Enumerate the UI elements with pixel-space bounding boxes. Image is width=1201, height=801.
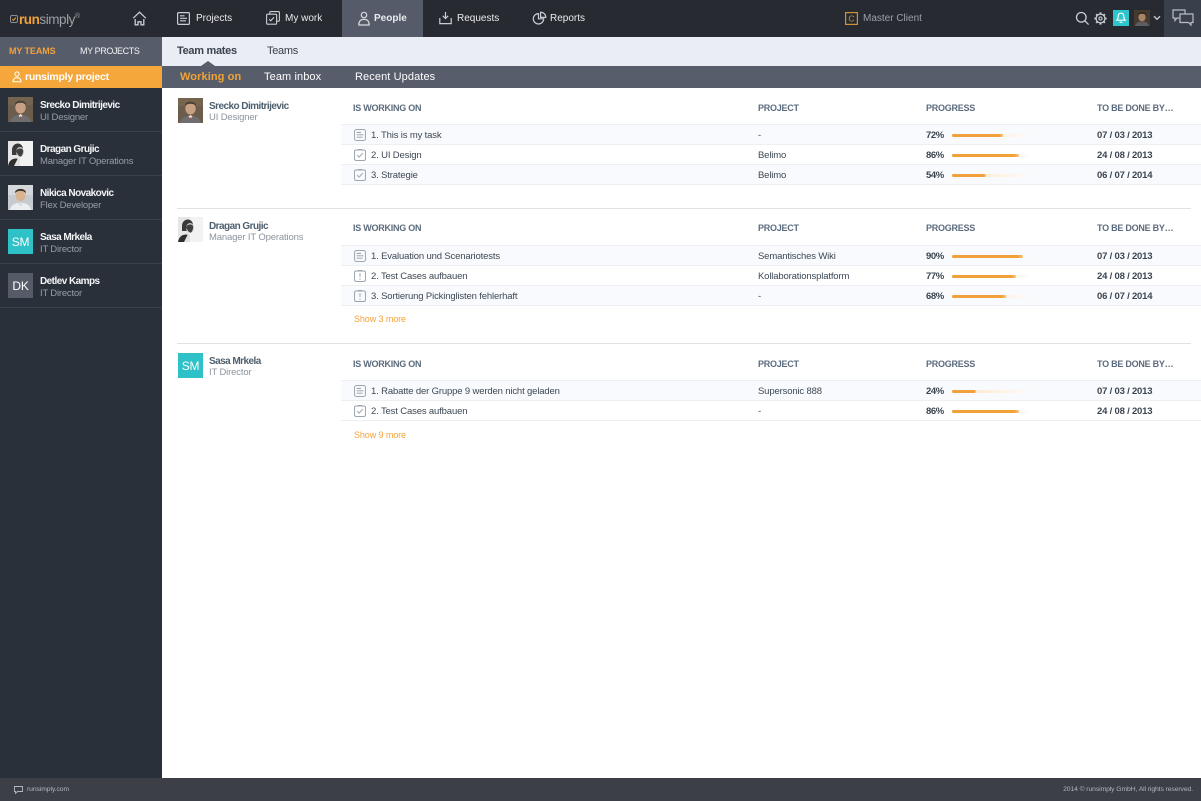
svg-text:C: C — [848, 13, 854, 23]
